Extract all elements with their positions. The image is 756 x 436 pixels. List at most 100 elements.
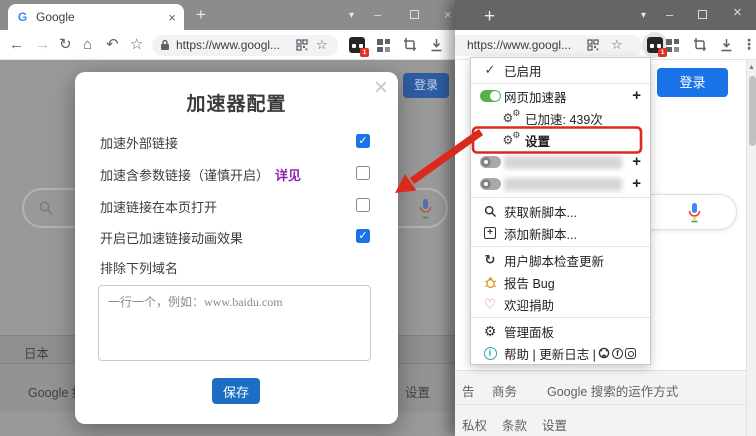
menu-item-add-script[interactable]: + 添加新脚本... xyxy=(471,222,650,244)
footer-link-settings[interactable]: 设置 xyxy=(405,382,430,401)
checkbox-open-same-page[interactable] xyxy=(356,198,370,212)
check-icon: ✓ xyxy=(480,62,500,78)
footer-link[interactable]: Google 搜索的运作方式 xyxy=(547,381,678,400)
expand-plus-icon[interactable]: + xyxy=(632,175,641,192)
option-row: 加速含参数链接（谨慎开启）详见 xyxy=(100,165,373,185)
expand-plus-icon[interactable]: + xyxy=(632,87,641,104)
tampermonkey-badge: 1 xyxy=(360,48,369,57)
new-tab-button[interactable]: + xyxy=(196,6,206,23)
toggle-off-icon[interactable] xyxy=(480,156,501,168)
back-icon[interactable]: ← xyxy=(9,36,24,54)
reload-icon[interactable]: ↻ xyxy=(59,36,72,54)
lock-icon xyxy=(160,39,170,51)
tampermonkey-icon[interactable]: 1 xyxy=(349,37,365,53)
tab-search-caret-icon[interactable]: ▾ xyxy=(349,10,354,21)
instagram-icon[interactable] xyxy=(625,348,636,359)
details-link[interactable]: 详见 xyxy=(275,168,301,183)
menu-item-enabled[interactable]: ✓ 已启用 xyxy=(471,59,650,81)
expand-plus-icon[interactable]: + xyxy=(632,153,641,170)
facebook-icon[interactable]: f xyxy=(612,348,623,359)
plus-square-icon: + xyxy=(484,227,496,239)
tab-bar-left: G Google × + ▾ – × xyxy=(0,0,458,30)
browser-window-right: + ▾ – × https://www.googl... ☆ 1 ⋮ 登录 xyxy=(455,0,756,436)
menu-label: 已加速: 439次 xyxy=(525,109,603,128)
menu-item-script-disabled[interactable]: + xyxy=(471,151,650,173)
menu-item-get-scripts[interactable]: 获取新脚本... xyxy=(471,200,650,222)
close-window-button[interactable]: × xyxy=(444,8,452,21)
blurred-script-name xyxy=(504,178,622,191)
github-icon[interactable] xyxy=(598,347,610,359)
address-bar[interactable]: https://www.googl... ☆ xyxy=(455,35,642,56)
checkbox-animation-effect[interactable]: ✓ xyxy=(356,229,370,243)
menu-item-web-accelerator[interactable]: 网页加速器 + xyxy=(471,85,650,107)
menu-item-settings[interactable]: ⚙⚙ 设置 xyxy=(471,129,650,151)
footer-link[interactable]: 私权 xyxy=(462,415,487,434)
exclude-domains-label: 排除下列域名 xyxy=(100,258,178,277)
toggle-off-icon[interactable] xyxy=(480,178,501,190)
option-row: 加速链接在本页打开 xyxy=(100,197,373,217)
menu-item-donate[interactable]: ♡ 欢迎捐助 xyxy=(471,293,650,315)
maximize-button[interactable] xyxy=(698,10,707,19)
footer-links-band: 告 商务 Google 搜索的运作方式 xyxy=(455,370,746,404)
scrollbar-thumb[interactable] xyxy=(749,76,756,146)
blurred-script-name xyxy=(504,156,622,169)
maximize-button[interactable] xyxy=(410,10,419,19)
bookmark-page-star-icon[interactable]: ☆ xyxy=(316,37,328,53)
grid-extension-icon[interactable] xyxy=(666,39,679,52)
menu-item-help[interactable]: i 帮助 | 更新日志 | f xyxy=(471,342,650,364)
close-window-button[interactable]: × xyxy=(733,6,742,19)
tab-search-caret-icon[interactable]: ▾ xyxy=(641,10,646,21)
footer-link[interactable]: 条款 xyxy=(502,415,527,434)
crop-icon[interactable] xyxy=(403,38,417,52)
footer-links-band: 私权 条款 设置 xyxy=(455,404,746,436)
bug-icon xyxy=(484,276,497,289)
search-icon xyxy=(38,200,54,216)
tab-google[interactable]: G Google × xyxy=(8,4,184,30)
undo-extension-icon[interactable]: ↶ xyxy=(106,36,119,54)
menu-label: 网页加速器 xyxy=(504,87,567,106)
browser-menu-kebab-icon[interactable]: ⋮ xyxy=(742,36,756,53)
address-bar[interactable]: https://www.googl... ☆ xyxy=(152,35,338,56)
menu-item-script-disabled[interactable]: + xyxy=(471,173,650,195)
scroll-up-arrow-icon[interactable]: ▲ xyxy=(748,64,755,71)
toolbar-right: https://www.googl... ☆ 1 ⋮ xyxy=(455,30,756,60)
mic-icon[interactable] xyxy=(418,198,433,220)
url-text: https://www.googl... xyxy=(467,38,579,52)
new-tab-button[interactable]: + xyxy=(484,8,495,25)
menu-item-report-bug[interactable]: 报告 Bug xyxy=(471,271,650,293)
footer-link[interactable]: 商务 xyxy=(492,381,517,400)
signin-button-left[interactable]: 登录 xyxy=(403,73,449,98)
grid-extension-icon[interactable] xyxy=(377,39,390,52)
menu-item-accel-count[interactable]: ⚙⚙ 已加速: 439次 xyxy=(471,107,650,129)
menu-item-dashboard[interactable]: ⚙ 管理面板 xyxy=(471,320,650,342)
signin-button-right[interactable]: 登录 xyxy=(657,68,728,97)
scrollbar[interactable]: ▲ xyxy=(746,60,756,436)
toggle-on-icon[interactable] xyxy=(480,90,501,102)
minimize-button[interactable]: – xyxy=(666,8,673,21)
bookmark-page-star-icon[interactable]: ☆ xyxy=(611,37,623,53)
save-button[interactable]: 保存 xyxy=(212,378,260,404)
bookmark-star-icon[interactable]: ☆ xyxy=(130,36,143,54)
footer-link-settings[interactable]: 设置 xyxy=(542,415,567,434)
qr-code-icon[interactable] xyxy=(296,39,308,51)
exclude-domains-textarea[interactable] xyxy=(98,285,371,361)
menu-label: 管理面板 xyxy=(504,322,554,341)
home-icon[interactable]: ⌂ xyxy=(83,36,92,54)
search-icon xyxy=(484,205,497,218)
menu-label: 帮助 | 更新日志 | xyxy=(504,344,596,363)
qr-code-icon[interactable] xyxy=(587,39,599,51)
crop-icon[interactable] xyxy=(693,38,707,52)
footer-link[interactable]: 告 xyxy=(462,381,475,400)
minimize-button[interactable]: – xyxy=(374,8,381,21)
checkbox-accelerate-params[interactable] xyxy=(356,166,370,180)
mic-icon[interactable] xyxy=(687,202,702,224)
tampermonkey-icon[interactable]: 1 xyxy=(647,37,663,53)
checkbox-accelerate-external[interactable]: ✓ xyxy=(356,134,370,148)
menu-label: 设置 xyxy=(525,131,550,150)
menu-item-check-updates[interactable]: ↻ 用户脚本检查更新 xyxy=(471,249,650,271)
download-icon[interactable] xyxy=(720,38,733,52)
tab-close-icon[interactable]: × xyxy=(168,10,176,25)
forward-icon[interactable]: → xyxy=(35,36,50,54)
tampermonkey-badge: 1 xyxy=(658,48,667,57)
download-icon[interactable] xyxy=(430,38,443,52)
